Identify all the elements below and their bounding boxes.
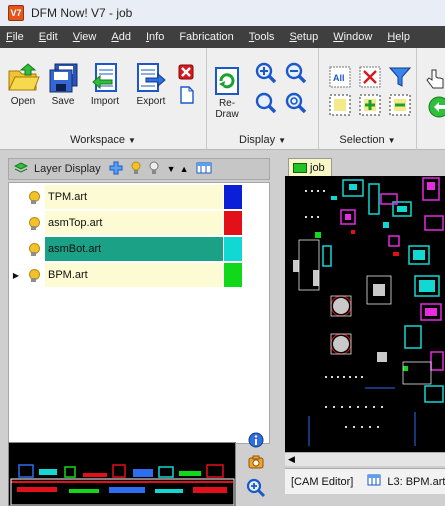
redraw-button[interactable]: Re- Draw — [213, 66, 241, 120]
layer-visibility-toggle[interactable] — [23, 184, 43, 210]
menu-window[interactable]: Window — [333, 31, 372, 43]
camera-icon[interactable] — [244, 454, 268, 478]
redraw-icon — [213, 66, 241, 96]
scroll-left-icon[interactable]: ◀ — [288, 453, 295, 466]
unselect-all-icon[interactable] — [359, 66, 381, 88]
bulb-icon — [28, 190, 40, 204]
select-all-icon[interactable]: All — [329, 66, 351, 88]
menu-help[interactable]: Help — [387, 31, 410, 43]
layer-color-swatch[interactable] — [224, 263, 242, 287]
layer-visibility-toggle[interactable] — [23, 262, 43, 288]
left-panel: Layer Display ▼ ▲ TPM.art asmTop.art asm… — [0, 150, 280, 506]
import-icon — [88, 62, 122, 94]
menu-bar: File Edit View Add Info Fabrication Tool… — [0, 26, 445, 48]
menu-add[interactable]: Add — [111, 31, 131, 43]
layer-visibility-toggle[interactable] — [23, 236, 43, 262]
overview-minimap[interactable] — [8, 442, 236, 506]
zoom-window-icon[interactable] — [285, 92, 307, 114]
new-document-icon[interactable] — [180, 86, 202, 108]
menu-tools[interactable]: Tools — [249, 31, 275, 43]
layer-name[interactable]: BPM.art — [45, 263, 223, 287]
display-group: Re- Draw Display ▼ — [207, 48, 319, 150]
display-group-label[interactable]: Display ▼ — [207, 134, 318, 146]
bulb-icon — [28, 216, 40, 230]
layer-grid-icon[interactable] — [196, 162, 212, 177]
minimap-side-tools — [244, 432, 268, 502]
select-remove-icon[interactable] — [389, 94, 411, 116]
layer-color-swatch[interactable] — [224, 185, 242, 209]
menu-info[interactable]: Info — [146, 31, 164, 43]
layer-display-header: Layer Display ▼ ▲ — [8, 158, 270, 180]
light-on-icon[interactable] — [131, 161, 141, 178]
folder-open-icon — [6, 62, 40, 94]
layer-visibility-toggle[interactable] — [23, 210, 43, 236]
add-layer-icon[interactable] — [109, 161, 123, 178]
move-down-icon[interactable]: ▼ — [167, 164, 176, 174]
status-bar: [CAM Editor] L3: BPM.art — [285, 468, 445, 494]
editor-mode-status: [CAM Editor] — [291, 475, 354, 488]
layer-color-swatch[interactable] — [224, 237, 242, 261]
tab-job[interactable]: job — [288, 158, 332, 176]
svg-text:All: All — [333, 73, 345, 83]
save-button[interactable]: Save — [46, 62, 80, 107]
layer-row[interactable]: ▶ BPM.art — [9, 262, 269, 288]
tab-job-label: job — [310, 161, 325, 174]
minimap-zoom-icon[interactable] — [244, 478, 268, 502]
pointer-hand-icon[interactable] — [426, 68, 445, 90]
zoom-out-icon[interactable] — [285, 62, 307, 84]
select-add-icon[interactable] — [359, 94, 381, 116]
export-icon — [134, 62, 168, 94]
monitor-icon — [293, 162, 307, 173]
layer-name[interactable]: TPM.art — [45, 185, 223, 209]
pcb-canvas[interactable] — [285, 176, 445, 452]
ribbon-toolbar: Open Save Import Export Workspace ▼ Re- … — [0, 48, 445, 150]
bulb-icon — [28, 268, 40, 282]
move-up-icon[interactable]: ▲ — [180, 164, 189, 174]
table-icon — [367, 474, 381, 489]
info-icon[interactable] — [244, 432, 268, 454]
layer-name[interactable]: asmTop.art — [45, 211, 223, 235]
menu-view[interactable]: View — [73, 31, 97, 43]
save-icon — [46, 62, 80, 94]
workspace-group: Open Save Import Export Workspace ▼ — [0, 48, 207, 150]
layer-row[interactable]: asmTop.art — [9, 210, 269, 236]
layer-row[interactable]: asmBot.art — [9, 236, 269, 262]
layer-display-title: Layer Display — [34, 163, 101, 175]
layer-list: TPM.art asmTop.art asmBot.art ▶ BPM.art — [8, 182, 270, 444]
layer-name[interactable]: asmBot.art — [45, 237, 223, 261]
menu-file[interactable]: File — [6, 31, 24, 43]
layers-icon — [13, 161, 29, 177]
zoom-fit-icon[interactable] — [255, 92, 277, 114]
app-logo-icon[interactable]: V7 — [8, 5, 24, 21]
bulb-icon — [28, 242, 40, 256]
menu-edit[interactable]: Edit — [39, 31, 58, 43]
selection-group: All Selection ▼ — [319, 48, 417, 150]
workspace-group-label[interactable]: Workspace ▼ — [0, 134, 206, 146]
select-box-icon[interactable] — [329, 94, 351, 116]
open-button[interactable]: Open — [6, 62, 40, 107]
light-off-icon[interactable] — [149, 161, 159, 178]
horizontal-scrollbar[interactable]: ◀ — [285, 452, 445, 466]
close-icon[interactable] — [178, 64, 200, 86]
title-bar: V7 DFM Now! V7 - job — [0, 0, 445, 26]
back-arrow-icon[interactable] — [428, 96, 445, 118]
export-button[interactable]: Export — [134, 62, 168, 107]
layer-color-swatch[interactable] — [224, 211, 242, 235]
current-layer-status: L3: BPM.art — [387, 475, 445, 488]
import-button[interactable]: Import — [88, 62, 122, 107]
filter-icon[interactable] — [388, 66, 412, 88]
current-layer-marker: ▶ — [12, 270, 20, 280]
menu-setup[interactable]: Setup — [289, 31, 318, 43]
window-title: DFM Now! V7 - job — [31, 6, 133, 20]
selection-group-label[interactable]: Selection ▼ — [319, 134, 416, 146]
zoom-in-icon[interactable] — [255, 62, 277, 84]
menu-fabrication[interactable]: Fabrication — [179, 31, 233, 43]
editor-area: job ◀ [CAM Editor] L3: BPM.art — [280, 150, 445, 506]
layer-row[interactable]: TPM.art — [9, 184, 269, 210]
